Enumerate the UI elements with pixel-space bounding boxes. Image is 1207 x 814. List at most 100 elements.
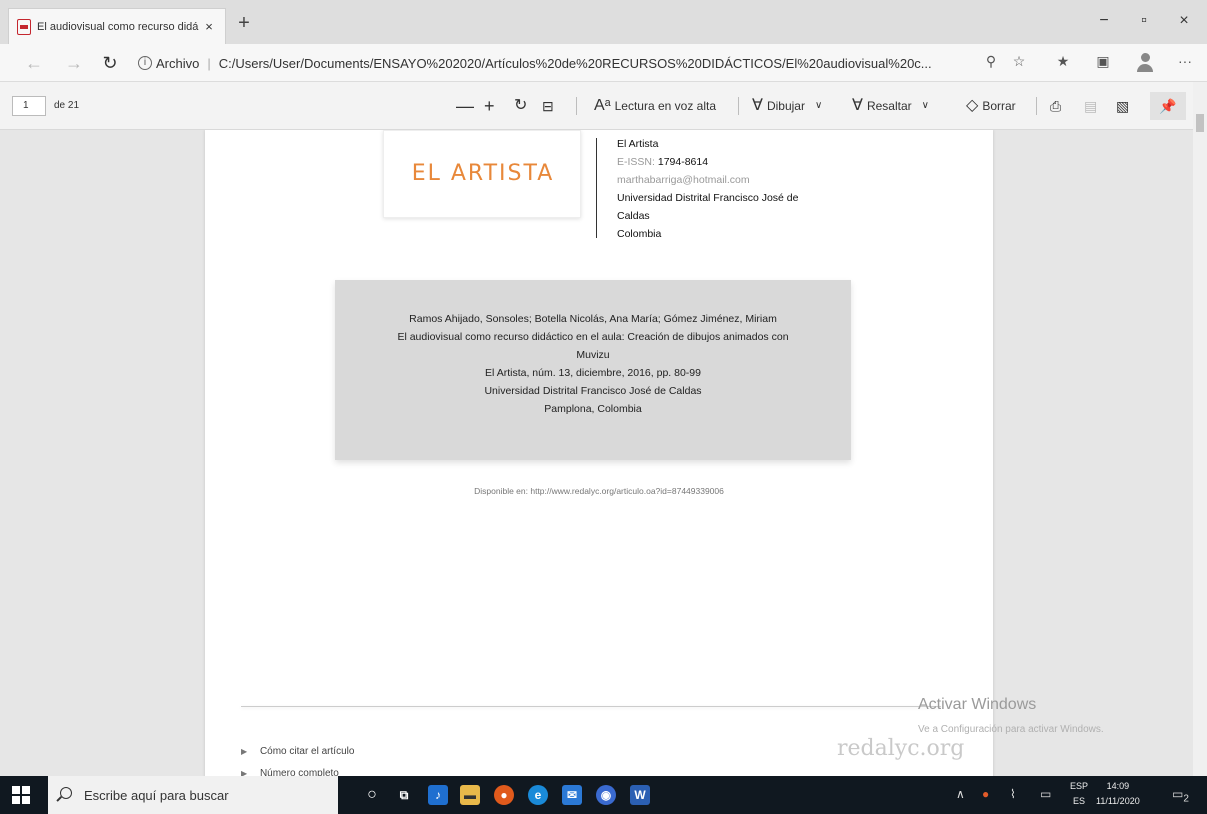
vertical-scrollbar[interactable] [1193, 82, 1207, 776]
language-indicator[interactable]: ESP ES [1070, 779, 1088, 809]
citation-title-line2: Muvizu [576, 349, 610, 361]
toolbar-divider [738, 97, 739, 115]
cortana-icon[interactable]: ○ [362, 785, 382, 805]
windows-taskbar: Escribe aquí para buscar ○ ⧉ ♪ ▬ ● e ✉ ◉… [0, 776, 1207, 814]
zoom-in-button[interactable]: + [484, 96, 495, 116]
save-as-icon[interactable]: ▧ [1116, 96, 1129, 116]
new-tab-button[interactable]: + [232, 12, 256, 36]
maximize-button[interactable]: ▫ [1124, 10, 1164, 34]
tab-active[interactable]: El audiovisual como recurso didá × [8, 8, 226, 44]
header-divider [596, 138, 597, 238]
refresh-button[interactable]: ↻ [96, 51, 124, 75]
taskbar-search[interactable]: Escribe aquí para buscar [48, 776, 338, 814]
network-icon[interactable]: ⌇ [1010, 787, 1016, 801]
chevron-up-icon[interactable]: ∧ [956, 787, 965, 801]
url-text[interactable]: C:/Users/User/Documents/ENSAYO%202020/Ar… [219, 56, 932, 71]
task-view-icon[interactable]: ⧉ [394, 785, 414, 805]
search-icon [60, 787, 72, 799]
fit-page-icon[interactable]: ⊟ [542, 96, 554, 116]
journal-logo: EL ARTISTA [383, 130, 581, 218]
eissn-value: 1794-8614 [657, 156, 709, 168]
pdf-toolbar: 1 de 21 — + ↻ ⊟ Aᵃ Lectura en voz alta ∀… [0, 82, 1207, 130]
notification-icon[interactable]: ▭2 [1172, 787, 1189, 804]
activation-watermark-title: Activar Windows [918, 696, 1037, 713]
journal-logo-text: EL ARTISTA [411, 161, 555, 186]
citation-location: Pamplona, Colombia [544, 403, 642, 415]
cite-article-label: Cómo citar el artículo [259, 746, 355, 757]
read-aloud-label: Lectura en voz alta [614, 99, 717, 113]
taskbar-search-placeholder: Escribe aquí para buscar [84, 787, 229, 803]
tab-title: El audiovisual como recurso didá [37, 20, 199, 33]
highlight-icon: ∀ [852, 97, 863, 114]
erase-label: Borrar [982, 99, 1016, 113]
full-issue-label: Número completo [259, 768, 339, 776]
country: Colombia [617, 228, 662, 240]
pdf-icon [17, 18, 31, 35]
available-link[interactable]: Disponible en: http://www.redalyc.org/ar… [205, 486, 993, 496]
collections-icon[interactable]: ▣ [1092, 53, 1114, 73]
lang-line1: ESP [1070, 781, 1089, 791]
print-icon[interactable]: ⎙ [1050, 96, 1061, 116]
windows-start-icon[interactable] [12, 786, 30, 804]
university-line2: Caldas [617, 210, 650, 222]
browser-icon[interactable]: ◉ [596, 785, 616, 805]
word-icon[interactable]: W [630, 785, 650, 805]
lang-line2: ES [1073, 796, 1086, 806]
eissn-label: E-ISSN: [617, 156, 655, 168]
highlight-button[interactable]: ∀ Resaltar ∨ [852, 96, 929, 116]
favorite-star-icon[interactable]: ☆ [1008, 53, 1030, 73]
save-icon[interactable]: ▤ [1084, 96, 1097, 116]
more-options-icon[interactable]: ··· [1174, 53, 1196, 73]
rotate-icon[interactable]: ↻ [514, 96, 527, 116]
clock[interactable]: 14:09 11/11/2020 [1096, 779, 1140, 809]
triangle-right-icon: ▶ [241, 769, 248, 776]
office-tray-icon[interactable]: ● [982, 787, 989, 801]
minimize-button[interactable]: − [1084, 10, 1124, 34]
firefox-icon[interactable]: ● [494, 785, 514, 805]
pdf-page: EL ARTISTA El Artista E-ISSN: 1794-8614 … [205, 130, 993, 776]
read-aloud-icon: Aᵃ [594, 97, 611, 114]
forward-button[interactable]: → [60, 51, 88, 75]
address-bar[interactable]: i Archivo | C:/Users/User/Documents/ENSA… [138, 50, 1048, 76]
citation-publisher: Universidad Distrital Francisco José de … [484, 385, 702, 397]
mail-icon[interactable]: ✉ [562, 785, 582, 805]
tab-close-button[interactable]: × [201, 19, 217, 34]
file-explorer-icon[interactable]: ▬ [460, 785, 480, 805]
navigation-bar: ← → ↻ i Archivo | C:/Users/User/Document… [0, 44, 1207, 82]
cite-article-link[interactable]: ▶ Cómo citar el artículo [241, 746, 354, 757]
full-issue-link[interactable]: ▶ Número completo [241, 768, 339, 776]
citation-box: Ramos Ahijado, Sonsoles; Botella Nicolás… [335, 280, 851, 460]
pin-toolbar-icon[interactable]: 📌 [1150, 92, 1186, 120]
zoom-icon[interactable]: ⚲ [980, 53, 1002, 73]
draw-icon: ∀ [752, 97, 763, 114]
triangle-right-icon: ▶ [241, 747, 248, 756]
contact-email: marthabarriga@hotmail.com [617, 174, 750, 186]
scrollbar-thumb[interactable] [1196, 114, 1204, 132]
favorites-list-icon[interactable]: ★ [1052, 53, 1074, 73]
clock-time: 14:09 [1106, 781, 1130, 791]
page-count: de 21 [54, 100, 80, 111]
app-icon[interactable]: ♪ [428, 785, 448, 805]
draw-label: Dibujar [766, 99, 805, 113]
keyboard-icon[interactable]: ▭ [1040, 787, 1051, 801]
erase-button[interactable]: ◇ Borrar [966, 96, 1016, 116]
read-aloud-button[interactable]: Aᵃ Lectura en voz alta [594, 96, 716, 116]
page-number-input[interactable]: 1 [12, 96, 46, 116]
edge-icon[interactable]: e [528, 785, 548, 805]
draw-button[interactable]: ∀ Dibujar ∨ [752, 96, 822, 116]
info-icon[interactable]: i [138, 56, 152, 70]
journal-meta: El Artista E-ISSN: 1794-8614 marthabarri… [617, 135, 857, 243]
activation-watermark-text: Ve a Configuración para activar Windows. [918, 724, 1104, 735]
eraser-icon: ◇ [966, 97, 979, 114]
zoom-out-button[interactable]: — [456, 96, 474, 116]
chevron-down-icon[interactable]: ∨ [815, 96, 822, 116]
profile-avatar[interactable] [1136, 53, 1154, 73]
journal-name: El Artista [617, 138, 659, 150]
clock-date: 11/11/2020 [1096, 796, 1140, 806]
university-line1: Universidad Distrital Francisco José de [617, 192, 799, 204]
page-divider [241, 706, 941, 707]
close-window-button[interactable]: × [1164, 10, 1204, 34]
pdf-viewer[interactable]: EL ARTISTA El Artista E-ISSN: 1794-8614 … [0, 130, 1193, 776]
back-button[interactable]: ← [20, 51, 48, 75]
chevron-down-icon[interactable]: ∨ [922, 96, 929, 116]
